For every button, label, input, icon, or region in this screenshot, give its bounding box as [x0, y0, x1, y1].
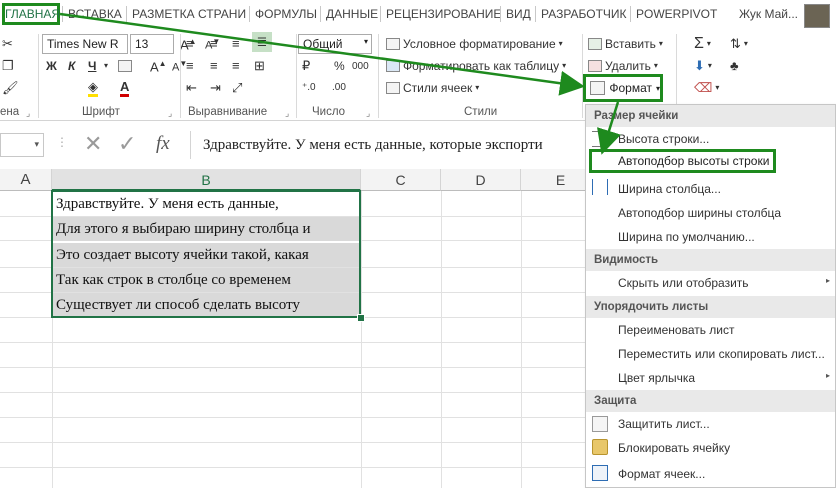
arrow-to-format: [59, 12, 585, 96]
annotation-arrows: [59, 12, 621, 155]
arrow-to-autofit: [597, 101, 621, 155]
